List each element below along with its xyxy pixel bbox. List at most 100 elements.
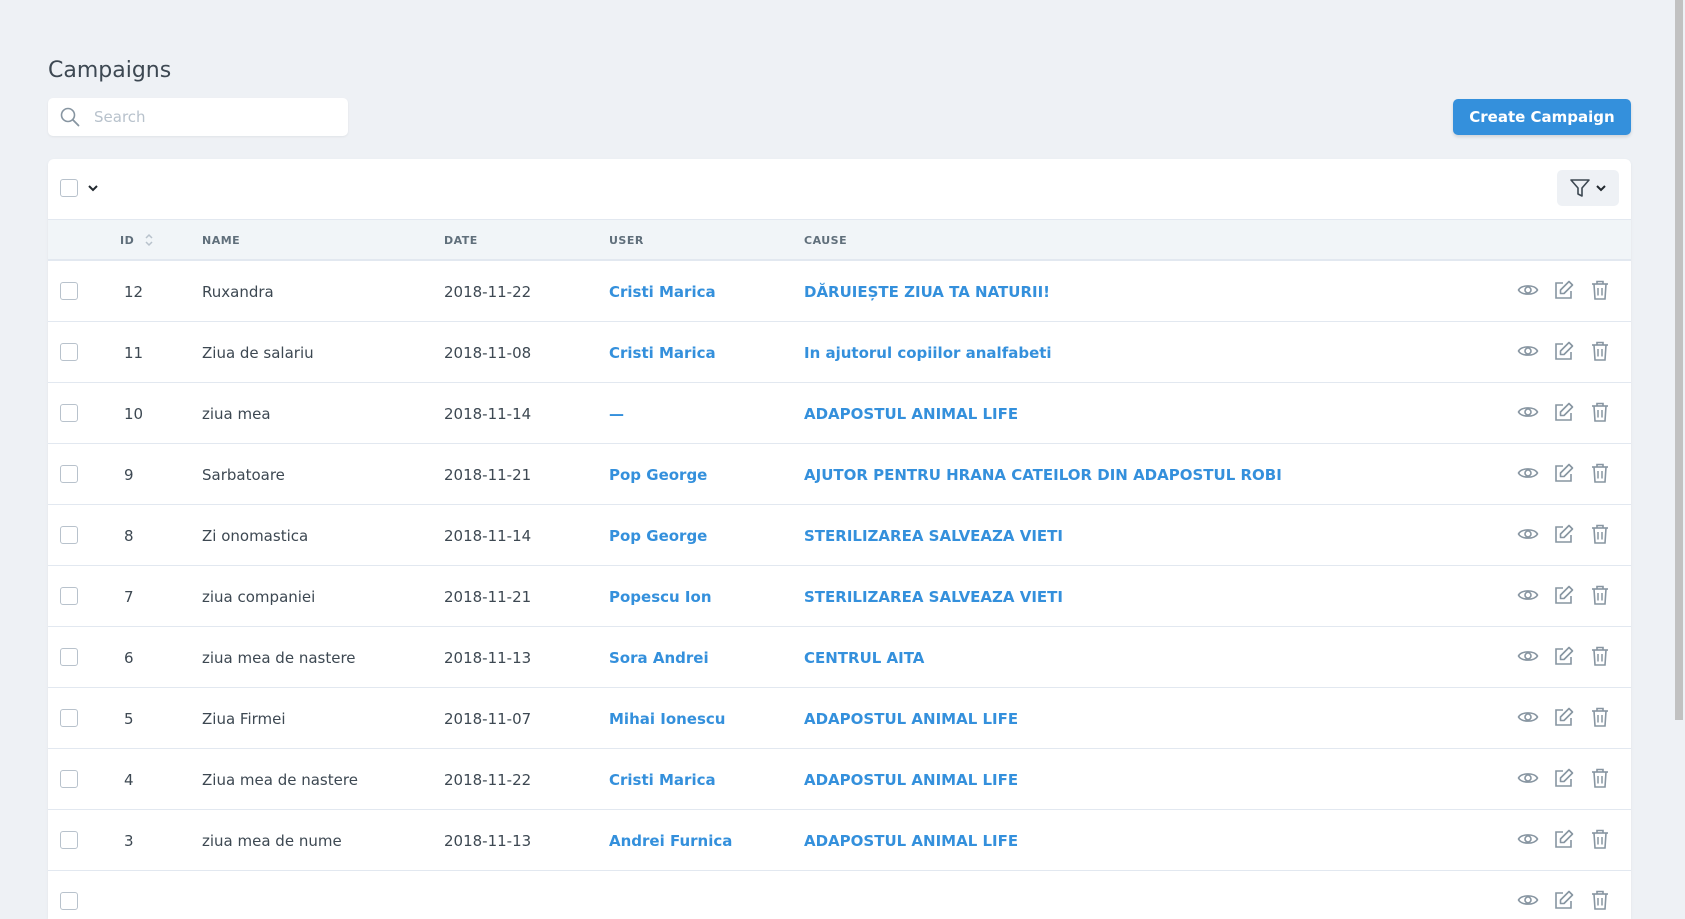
cell-name: ziua companiei — [202, 588, 316, 606]
trash-icon[interactable] — [1589, 767, 1611, 789]
row-checkbox[interactable] — [60, 465, 78, 483]
trash-icon[interactable] — [1589, 340, 1611, 362]
trash-icon[interactable] — [1589, 828, 1611, 850]
row-checkbox[interactable] — [60, 404, 78, 422]
cell-cause-link[interactable]: STERILIZAREA SALVEAZA VIETI — [804, 527, 1063, 545]
row-checkbox[interactable] — [60, 892, 78, 910]
cell-id: 12 — [124, 283, 144, 301]
cell-cause-link[interactable]: DĂRUIEȘTE ZIUA TA NATURII! — [804, 283, 1050, 301]
create-campaign-button[interactable]: Create Campaign — [1453, 99, 1631, 135]
edit-icon[interactable] — [1553, 462, 1575, 484]
edit-icon[interactable] — [1553, 889, 1575, 911]
row-actions — [1517, 279, 1611, 301]
eye-icon[interactable] — [1517, 828, 1539, 850]
edit-icon[interactable] — [1553, 645, 1575, 667]
row-checkbox[interactable] — [60, 343, 78, 361]
cell-date: 2018-11-13 — [444, 832, 532, 850]
eye-icon[interactable] — [1517, 584, 1539, 606]
edit-icon[interactable] — [1553, 584, 1575, 606]
row-actions — [1517, 462, 1611, 484]
scrollbar-thumb[interactable] — [1675, 0, 1683, 720]
cell-user-link[interactable]: Cristi Marica — [609, 283, 716, 301]
eye-icon[interactable] — [1517, 645, 1539, 667]
cell-user-link[interactable]: Andrei Furnica — [609, 832, 732, 850]
filter-button[interactable] — [1557, 170, 1619, 206]
cell-user-link[interactable]: — — [609, 405, 624, 423]
cell-date: 2018-11-07 — [444, 710, 532, 728]
row-actions — [1517, 706, 1611, 728]
cell-cause-link[interactable]: STERILIZAREA SALVEAZA VIETI — [804, 588, 1063, 606]
search-box[interactable] — [48, 98, 348, 136]
cell-id: 3 — [124, 832, 134, 850]
cell-cause-link[interactable]: ADAPOSTUL ANIMAL LIFE — [804, 832, 1018, 850]
cell-user-link[interactable]: Pop George — [609, 466, 707, 484]
row-checkbox[interactable] — [60, 648, 78, 666]
trash-icon[interactable] — [1589, 462, 1611, 484]
table-row: 6 ziua mea de nastere 2018-11-13 Sora An… — [48, 627, 1631, 688]
search-icon — [60, 107, 80, 127]
row-checkbox[interactable] — [60, 587, 78, 605]
column-header-id[interactable]: ID — [120, 234, 134, 247]
trash-icon[interactable] — [1589, 706, 1611, 728]
chevron-down-icon[interactable] — [86, 179, 100, 197]
edit-icon[interactable] — [1553, 828, 1575, 850]
eye-icon[interactable] — [1517, 706, 1539, 728]
eye-icon[interactable] — [1517, 523, 1539, 545]
trash-icon[interactable] — [1589, 889, 1611, 911]
cell-user-link[interactable]: Cristi Marica — [609, 344, 716, 362]
cell-name: ziua mea de nume — [202, 832, 342, 850]
table-row-partial — [48, 871, 1631, 919]
edit-icon[interactable] — [1553, 706, 1575, 728]
cell-cause-link[interactable]: ADAPOSTUL ANIMAL LIFE — [804, 710, 1018, 728]
cell-cause-link[interactable]: ADAPOSTUL ANIMAL LIFE — [804, 771, 1018, 789]
cell-date: 2018-11-14 — [444, 405, 532, 423]
row-actions — [1517, 645, 1611, 667]
row-checkbox[interactable] — [60, 526, 78, 544]
eye-icon[interactable] — [1517, 889, 1539, 911]
column-header-name: NAME — [202, 234, 241, 247]
cell-cause-link[interactable]: In ajutorul copiilor analfabeti — [804, 344, 1052, 362]
cell-cause-link[interactable]: AJUTOR PENTRU HRANA CATEILOR DIN ADAPOST… — [804, 466, 1282, 484]
cell-user-link[interactable]: Cristi Marica — [609, 771, 716, 789]
eye-icon[interactable] — [1517, 767, 1539, 789]
cell-cause-link[interactable]: CENTRUL AITA — [804, 649, 924, 667]
column-header-cause: CAUSE — [804, 234, 848, 247]
cell-cause-link[interactable]: ADAPOSTUL ANIMAL LIFE — [804, 405, 1018, 423]
trash-icon[interactable] — [1589, 401, 1611, 423]
select-all-checkbox[interactable] — [60, 179, 78, 197]
cell-user-link[interactable]: Popescu Ion — [609, 588, 712, 606]
cell-id: 7 — [124, 588, 134, 606]
cell-date: 2018-11-22 — [444, 283, 532, 301]
search-input[interactable] — [92, 107, 326, 127]
trash-icon[interactable] — [1589, 523, 1611, 545]
chevron-down-icon — [1596, 185, 1606, 192]
trash-icon[interactable] — [1589, 584, 1611, 606]
row-checkbox[interactable] — [60, 831, 78, 849]
eye-icon[interactable] — [1517, 462, 1539, 484]
cell-user-link[interactable]: Mihai Ionescu — [609, 710, 725, 728]
row-actions — [1517, 584, 1611, 606]
edit-icon[interactable] — [1553, 279, 1575, 301]
trash-icon[interactable] — [1589, 645, 1611, 667]
cell-date: 2018-11-13 — [444, 649, 532, 667]
trash-icon[interactable] — [1589, 279, 1611, 301]
table-row: 11 Ziua de salariu 2018-11-08 Cristi Mar… — [48, 322, 1631, 383]
sort-icon[interactable] — [144, 232, 154, 248]
row-checkbox[interactable] — [60, 770, 78, 788]
cell-user-link[interactable]: Sora Andrei — [609, 649, 709, 667]
scrollbar-track[interactable] — [1670, 0, 1685, 892]
edit-icon[interactable] — [1553, 523, 1575, 545]
edit-icon[interactable] — [1553, 340, 1575, 362]
edit-icon[interactable] — [1553, 401, 1575, 423]
row-checkbox[interactable] — [60, 709, 78, 727]
table-body: 12 Ruxandra 2018-11-22 Cristi Marica DĂR… — [48, 261, 1631, 919]
column-header-date: DATE — [444, 234, 478, 247]
row-checkbox[interactable] — [60, 282, 78, 300]
cell-user-link[interactable]: Pop George — [609, 527, 707, 545]
eye-icon[interactable] — [1517, 401, 1539, 423]
eye-icon[interactable] — [1517, 279, 1539, 301]
edit-icon[interactable] — [1553, 767, 1575, 789]
row-actions — [1517, 401, 1611, 423]
cell-name: Ziua de salariu — [202, 344, 314, 362]
eye-icon[interactable] — [1517, 340, 1539, 362]
